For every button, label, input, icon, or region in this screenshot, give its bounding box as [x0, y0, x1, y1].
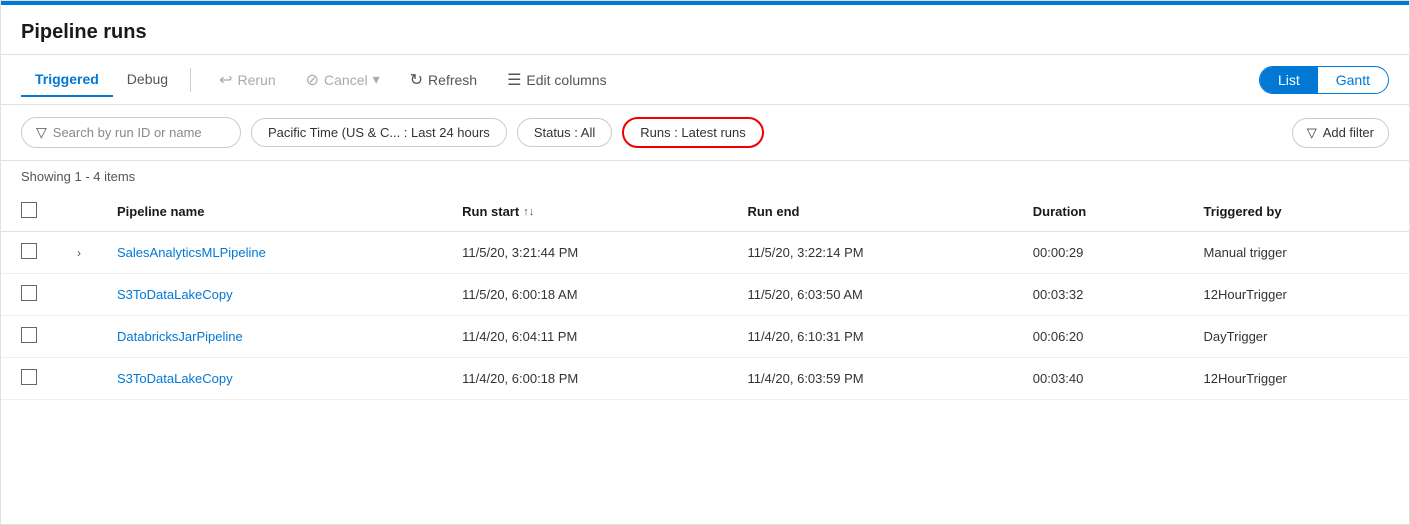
row-triggered-by: DayTrigger	[1184, 316, 1409, 358]
row-pipeline-name[interactable]: S3ToDataLakeCopy	[97, 274, 442, 316]
th-run-start[interactable]: Run start ↑↓	[442, 192, 727, 232]
pipeline-runs-table: Pipeline name Run start ↑↓ Run end	[1, 192, 1409, 400]
th-triggered-by: Triggered by	[1184, 192, 1409, 232]
showing-text: Showing 1 - 4 items	[1, 161, 1409, 192]
add-filter-label: Add filter	[1323, 125, 1374, 140]
add-filter-icon: ▽	[1307, 125, 1317, 141]
view-toggle: List Gantt	[1259, 66, 1389, 94]
th-duration: Duration	[1013, 192, 1184, 232]
row-checkbox-cell[interactable]	[1, 316, 57, 358]
row-duration: 00:00:29	[1013, 232, 1184, 274]
row-checkbox-cell[interactable]	[1, 274, 57, 316]
runs-filter-label: Runs : Latest runs	[640, 125, 746, 140]
list-view-button[interactable]: List	[1260, 67, 1318, 93]
filters-bar: ▽ Search by run ID or name Pacific Time …	[1, 105, 1409, 161]
row-checkbox[interactable]	[21, 285, 37, 301]
search-icon: ▽	[36, 124, 47, 141]
time-filter-label: Pacific Time (US & C... : Last 24 hours	[268, 125, 490, 140]
search-placeholder: Search by run ID or name	[53, 125, 202, 140]
tab-debug[interactable]: Debug	[113, 63, 182, 97]
status-filter[interactable]: Status : All	[517, 118, 612, 147]
row-pipeline-name[interactable]: DatabricksJarPipeline	[97, 316, 442, 358]
toolbar-actions: ↩ Rerun ⊘ Cancel ▾ ↻ Refresh ☰ Edit colu…	[207, 64, 619, 96]
th-run-end: Run end	[727, 192, 1012, 232]
row-run-start: 11/5/20, 6:00:18 AM	[442, 274, 727, 316]
page-header: Pipeline runs	[1, 5, 1409, 55]
pipeline-link[interactable]: S3ToDataLakeCopy	[117, 287, 233, 302]
row-run-end: 11/4/20, 6:03:59 PM	[727, 358, 1012, 400]
main-container: Pipeline runs Triggered Debug ↩ Rerun ⊘ …	[0, 0, 1410, 525]
row-run-start: 11/4/20, 6:04:11 PM	[442, 316, 727, 358]
select-all-header[interactable]	[1, 192, 57, 232]
row-triggered-by: 12HourTrigger	[1184, 274, 1409, 316]
sort-icon: ↑↓	[523, 206, 534, 218]
search-filter[interactable]: ▽ Search by run ID or name	[21, 117, 241, 148]
row-expand-cell[interactable]: ›	[57, 232, 97, 274]
row-run-start: 11/4/20, 6:00:18 PM	[442, 358, 727, 400]
row-checkbox-cell[interactable]	[1, 232, 57, 274]
toolbar: Triggered Debug ↩ Rerun ⊘ Cancel ▾ ↻ Ref…	[1, 55, 1409, 105]
row-checkbox-cell[interactable]	[1, 358, 57, 400]
row-run-end: 11/4/20, 6:10:31 PM	[727, 316, 1012, 358]
row-checkbox[interactable]	[21, 243, 37, 259]
tab-divider	[190, 68, 191, 92]
edit-columns-button[interactable]: ☰ Edit columns	[495, 64, 619, 96]
row-checkbox[interactable]	[21, 327, 37, 343]
columns-icon: ☰	[507, 70, 521, 90]
table-row: S3ToDataLakeCopy 11/4/20, 6:00:18 PM 11/…	[1, 358, 1409, 400]
row-triggered-by: Manual trigger	[1184, 232, 1409, 274]
rerun-icon: ↩	[219, 70, 232, 90]
th-pipeline-name: Pipeline name	[97, 192, 442, 232]
row-expand-cell	[57, 274, 97, 316]
table-row: DatabricksJarPipeline 11/4/20, 6:04:11 P…	[1, 316, 1409, 358]
cancel-button[interactable]: ⊘ Cancel ▾	[294, 64, 392, 96]
table-row: S3ToDataLakeCopy 11/5/20, 6:00:18 AM 11/…	[1, 274, 1409, 316]
time-filter[interactable]: Pacific Time (US & C... : Last 24 hours	[251, 118, 507, 147]
add-filter-button[interactable]: ▽ Add filter	[1292, 118, 1389, 148]
cancel-dropdown-icon: ▾	[373, 71, 380, 88]
table-header-row: Pipeline name Run start ↑↓ Run end	[1, 192, 1409, 232]
row-duration: 00:03:40	[1013, 358, 1184, 400]
expand-arrow[interactable]: ›	[77, 246, 81, 260]
refresh-button[interactable]: ↻ Refresh	[398, 64, 489, 96]
status-filter-label: Status : All	[534, 125, 595, 140]
row-pipeline-name[interactable]: S3ToDataLakeCopy	[97, 358, 442, 400]
row-triggered-by: 12HourTrigger	[1184, 358, 1409, 400]
row-duration: 00:03:32	[1013, 274, 1184, 316]
pipeline-link[interactable]: SalesAnalyticsMLPipeline	[117, 245, 266, 260]
tab-triggered[interactable]: Triggered	[21, 63, 113, 97]
row-run-end: 11/5/20, 6:03:50 AM	[727, 274, 1012, 316]
th-expand	[57, 192, 97, 232]
row-pipeline-name[interactable]: SalesAnalyticsMLPipeline	[97, 232, 442, 274]
rerun-button[interactable]: ↩ Rerun	[207, 64, 288, 96]
row-expand-cell	[57, 316, 97, 358]
refresh-icon: ↻	[410, 70, 423, 90]
row-expand-cell	[57, 358, 97, 400]
cancel-icon: ⊘	[306, 70, 319, 90]
row-checkbox[interactable]	[21, 369, 37, 385]
runs-filter[interactable]: Runs : Latest runs	[622, 117, 764, 148]
row-duration: 00:06:20	[1013, 316, 1184, 358]
gantt-view-button[interactable]: Gantt	[1318, 67, 1388, 93]
row-run-start: 11/5/20, 3:21:44 PM	[442, 232, 727, 274]
pipeline-link[interactable]: DatabricksJarPipeline	[117, 329, 243, 344]
row-run-end: 11/5/20, 3:22:14 PM	[727, 232, 1012, 274]
page-title: Pipeline runs	[21, 21, 1389, 44]
pipeline-link[interactable]: S3ToDataLakeCopy	[117, 371, 233, 386]
table-row: › SalesAnalyticsMLPipeline 11/5/20, 3:21…	[1, 232, 1409, 274]
select-all-checkbox[interactable]	[21, 202, 37, 218]
